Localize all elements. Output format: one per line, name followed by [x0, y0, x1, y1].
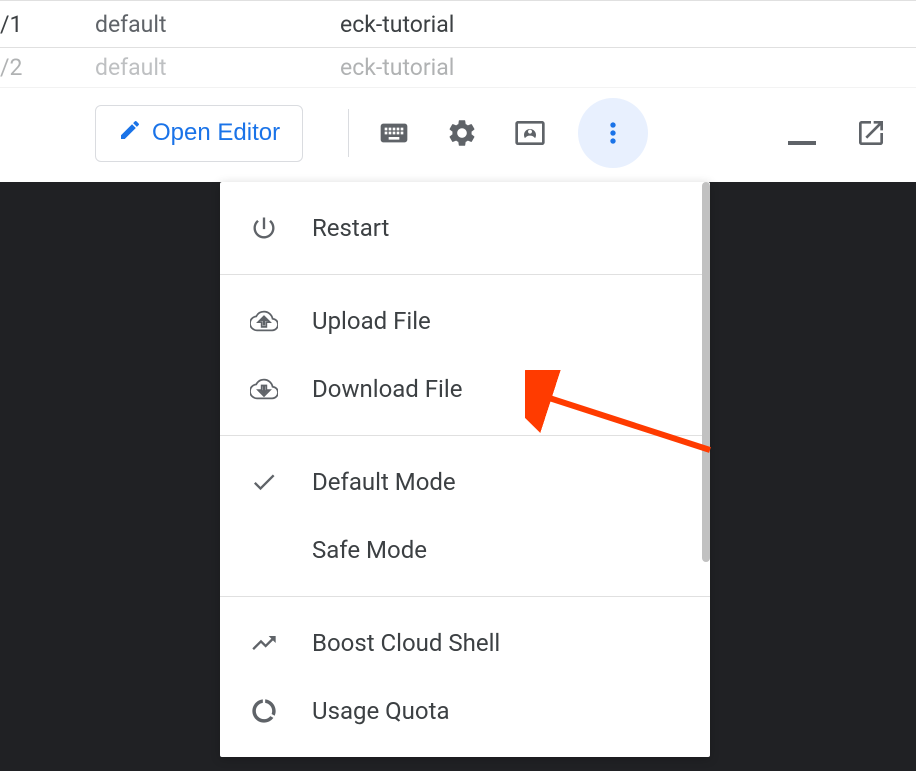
pencil-icon — [118, 118, 142, 149]
menu-label: Boost Cloud Shell — [312, 629, 500, 657]
menu-item-upload[interactable]: Upload File — [220, 287, 710, 355]
menu-label: Default Mode — [312, 468, 456, 496]
minimize-button[interactable] — [788, 121, 816, 145]
minimize-icon — [788, 141, 816, 145]
scrollbar[interactable] — [702, 182, 710, 562]
cloud-upload-icon — [248, 305, 280, 337]
name-cell: eck-tutorial — [340, 11, 454, 38]
toolbar-right — [788, 113, 891, 153]
preview-icon[interactable] — [510, 113, 550, 153]
open-new-window-button[interactable] — [851, 113, 891, 153]
name-cell: eck-tutorial — [340, 54, 454, 81]
menu-label: Usage Quota — [312, 697, 450, 725]
data-usage-icon — [248, 695, 280, 727]
menu-section-tools: Boost Cloud Shell Usage Quota — [220, 597, 710, 757]
trending-up-icon — [248, 627, 280, 659]
toolbar-icons — [374, 98, 648, 168]
more-options-menu: Restart Upload File Download File Defaul… — [220, 182, 710, 757]
namespace-cell: default — [95, 11, 340, 38]
namespace-cell: default — [95, 54, 340, 81]
cloud-download-icon — [248, 373, 280, 405]
menu-label: Download File — [312, 375, 462, 403]
more-options-button[interactable] — [578, 98, 648, 168]
table-row[interactable]: /2 default eck-tutorial — [0, 48, 916, 88]
menu-item-download[interactable]: Download File — [220, 355, 710, 423]
menu-item-default-mode[interactable]: Default Mode — [220, 448, 710, 516]
gear-icon[interactable] — [442, 113, 482, 153]
row-index: /2 — [0, 54, 95, 81]
power-icon — [248, 212, 280, 244]
row-index: /1 — [0, 11, 95, 38]
table-row[interactable]: /1 default eck-tutorial — [0, 0, 916, 48]
menu-label: Upload File — [312, 307, 431, 335]
menu-item-boost[interactable]: Boost Cloud Shell — [220, 609, 710, 677]
menu-section-files: Upload File Download File — [220, 275, 710, 436]
open-editor-label: Open Editor — [152, 119, 280, 147]
menu-label: Restart — [312, 214, 389, 242]
menu-section-restart: Restart — [220, 182, 710, 275]
menu-item-safe-mode[interactable]: Safe Mode — [220, 516, 710, 584]
open-editor-button[interactable]: Open Editor — [95, 105, 303, 162]
menu-section-modes: Default Mode Safe Mode — [220, 436, 710, 597]
menu-item-usage-quota[interactable]: Usage Quota — [220, 677, 710, 745]
menu-item-restart[interactable]: Restart — [220, 194, 710, 262]
table-area: /1 default eck-tutorial /2 default eck-t… — [0, 0, 916, 88]
cloud-shell-toolbar: Open Editor — [0, 88, 916, 178]
toolbar-divider — [348, 109, 349, 157]
check-icon — [248, 466, 280, 498]
keyboard-icon[interactable] — [374, 113, 414, 153]
menu-label: Safe Mode — [312, 536, 427, 564]
